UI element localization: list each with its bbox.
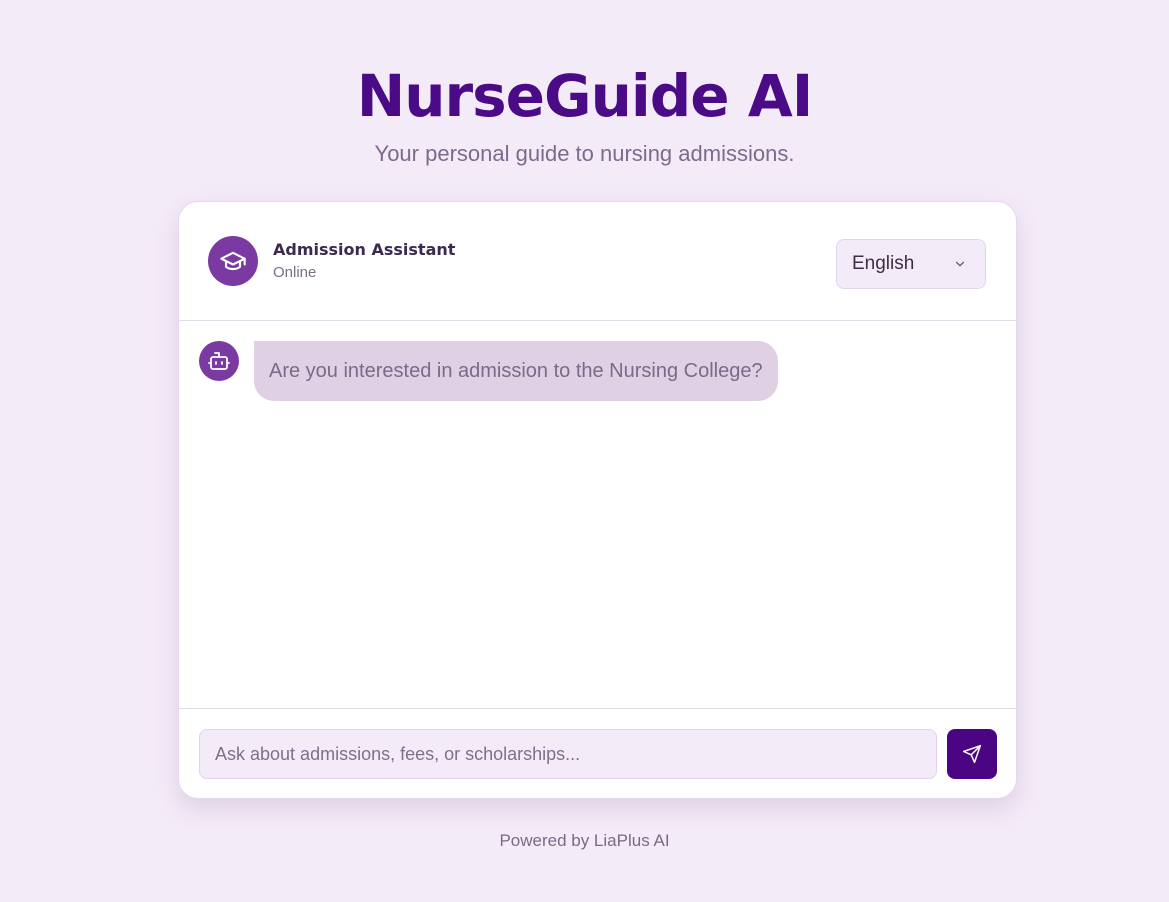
language-selected-value: English (852, 253, 915, 274)
bot-avatar (199, 341, 239, 381)
app-title: NurseGuide AI (356, 62, 814, 130)
message-composer (179, 708, 1016, 798)
robot-icon (208, 352, 230, 370)
assistant-name: Admission Assistant (273, 240, 456, 259)
language-select[interactable]: English (836, 239, 986, 289)
message-input[interactable] (199, 729, 937, 779)
chevron-down-icon (955, 261, 965, 267)
send-button[interactable] (947, 729, 997, 779)
app-subtitle: Your personal guide to nursing admission… (374, 141, 795, 166)
send-icon (962, 744, 982, 764)
message-list[interactable]: Are you interested in admission to the N… (179, 321, 1016, 708)
bot-message-bubble: Are you interested in admission to the N… (254, 341, 778, 401)
assistant-avatar (208, 236, 258, 286)
chat-header: Admission Assistant Online English (179, 202, 1016, 321)
powered-by-footer: Powered by LiaPlus AI (499, 831, 670, 850)
graduation-cap-icon (220, 251, 246, 271)
chat-card: Admission Assistant Online English Are y… (178, 201, 1017, 799)
assistant-status: Online (273, 264, 317, 281)
